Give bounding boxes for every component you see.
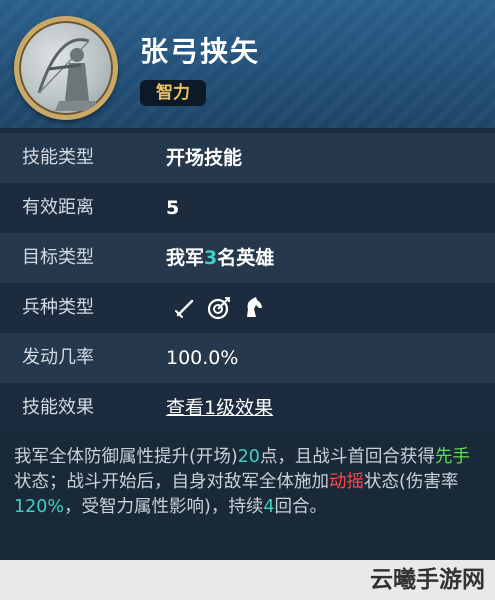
- desc-part: 我军全体防御属性提升(开场): [14, 447, 238, 467]
- row-skill-type: 技能类型 开场技能: [0, 133, 495, 183]
- skill-description: 我军全体防御属性提升(开场)20点，且战斗首回合获得先手状态；战斗开始后，自身对…: [0, 433, 495, 560]
- trigger-rate-value: 100.0%: [166, 347, 239, 369]
- sword-icon: [175, 299, 194, 318]
- desc-duration: 4: [263, 497, 275, 517]
- horse-icon: [247, 297, 262, 317]
- troop-icons: [172, 295, 266, 321]
- desc-part: 状态(伤害率: [364, 472, 459, 492]
- skill-type-value: 开场技能: [166, 147, 243, 169]
- target-type-value: 我军3名英雄: [166, 233, 274, 283]
- range-label: 有效距离: [22, 197, 94, 218]
- row-trigger-rate: 发动几率 100.0%: [0, 333, 495, 383]
- desc-shaken-status: 动摇: [329, 472, 364, 492]
- desc-defense-value: 20: [237, 447, 260, 467]
- row-skill-effect: 技能效果 查看1级效果: [0, 383, 495, 433]
- target-count: 3: [204, 247, 218, 269]
- site-watermark: 云曦手游网: [370, 567, 485, 593]
- trigger-rate-label: 发动几率: [22, 347, 94, 368]
- desc-first-strike: 先手: [434, 447, 470, 467]
- bow-target-icon: [207, 297, 230, 320]
- description-text: 我军全体防御属性提升(开场)20点，且战斗首回合获得先手状态；战斗开始后，自身对…: [14, 445, 484, 520]
- range-value: 5: [166, 197, 180, 219]
- row-target-type: 目标类型 我军3名英雄: [0, 233, 495, 283]
- skill-name: 张弓挟矢: [140, 35, 261, 68]
- view-level-effect-link[interactable]: 查看1级效果: [166, 383, 273, 433]
- desc-part: 点，且战斗首回合获得: [259, 447, 435, 467]
- target-prefix: 我军: [166, 247, 205, 269]
- troop-type-label: 兵种类型: [22, 297, 94, 318]
- row-troop-type: 兵种类型: [0, 283, 495, 333]
- row-range: 有效距离 5: [0, 183, 495, 233]
- skill-header: 张弓挟矢 智力: [0, 0, 495, 128]
- footer-bar: 云曦手游网: [0, 560, 495, 600]
- desc-part: ，受智力属性影响)，持续: [64, 497, 264, 517]
- target-suffix: 名英雄: [217, 247, 275, 269]
- skill-effect-label: 技能效果: [22, 397, 94, 418]
- target-type-label: 目标类型: [22, 247, 94, 268]
- attribute-tag: 智力: [140, 80, 206, 106]
- skill-type-label: 技能类型: [22, 147, 94, 168]
- archer-portrait-icon: [37, 38, 99, 111]
- desc-part: 回合。: [274, 497, 328, 517]
- desc-part: 状态；战斗开始后，自身对敌军全体施加: [14, 472, 329, 492]
- skill-portrait: [14, 16, 118, 120]
- desc-damage-rate: 120%: [14, 497, 65, 517]
